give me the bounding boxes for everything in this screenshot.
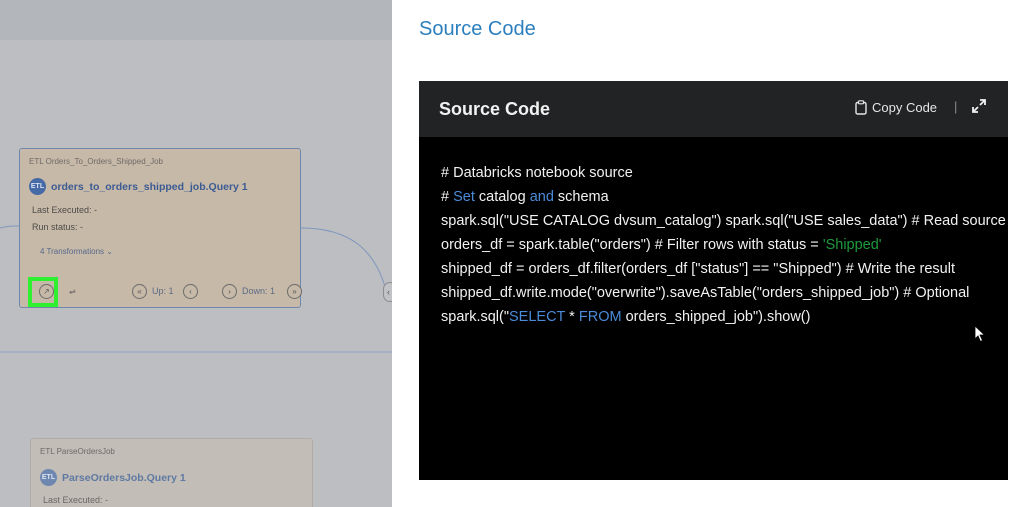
etl-badge-icon: ETL [40,469,57,486]
copy-code-button[interactable]: Copy Code [855,100,937,115]
code-line: spark.sql("SELECT * FROM orders_shipped_… [441,309,811,325]
clipboard-icon [855,100,867,115]
code-line: # Databricks notebook source [441,165,633,181]
prev-upstream-icon[interactable]: ‹ [183,284,198,299]
expand-icon[interactable] [971,98,987,114]
node-title[interactable]: orders_to_orders_shipped_job.Query 1 [51,181,248,193]
source-code-panel: Source Code Source Code Copy Code | # Da… [392,0,1022,507]
etl-badge-icon: ETL [29,178,46,195]
up-count: Up: 1 [152,286,174,296]
code-line: shipped_df.write.mode("overwrite").saveA… [441,285,970,301]
copy-code-label: Copy Code [872,100,938,115]
last-executed: Last Executed: - [32,205,98,215]
first-upstream-icon[interactable]: « [132,284,147,299]
lineage-canvas[interactable]: ETL Orders_To_Orders_Shipped_Job ETL ord… [0,0,392,507]
code-block[interactable]: # Databricks notebook source # Set catalo… [441,161,1008,329]
header-separator: | [954,99,958,114]
code-line: orders_df = spark.table("orders") # Filt… [441,237,882,253]
node-title[interactable]: ParseOrdersJob.Query 1 [62,472,186,484]
last-downstream-icon[interactable]: » [287,284,302,299]
lineage-node-parse-orders-job[interactable]: ETL ParseOrdersJob ETL ParseOrdersJob.Qu… [30,438,313,507]
node-type-label: ETL Orders_To_Orders_Shipped_Job [29,157,163,166]
code-line: shipped_df = orders_df.filter(orders_df … [441,261,955,277]
panel-title: Source Code [419,18,536,40]
lineage-node-orders-shipped-job[interactable]: ETL Orders_To_Orders_Shipped_Job ETL ord… [19,148,302,308]
last-executed: Last Executed: - [43,495,109,505]
next-downstream-icon[interactable]: › [222,284,237,299]
code-line: # Set catalog and schema [441,189,609,205]
code-card-title: Source Code [439,99,551,119]
code-header: Source Code Copy Code | [419,81,1008,137]
code-line: spark.sql("USE CATALOG dvsum_catalog") s… [441,213,1006,229]
expand-right-icon[interactable]: ‹ [383,282,392,302]
transformations-toggle[interactable]: 4 Transformations ⌄ [40,247,113,256]
open-source-code-icon[interactable]: ↗ [39,284,54,299]
link-icon[interactable]: ⇌ [65,284,80,299]
mouse-cursor-icon [974,325,986,343]
down-count: Down: 1 [242,286,276,296]
node-type-label: ETL ParseOrdersJob [40,447,115,456]
run-status: Run status: - [32,222,84,232]
node-toolbar: ↗ ⇌ « Up: 1 ‹ › Down: 1 » [28,277,302,307]
code-card: Source Code Copy Code | # Databricks not… [419,81,1008,480]
